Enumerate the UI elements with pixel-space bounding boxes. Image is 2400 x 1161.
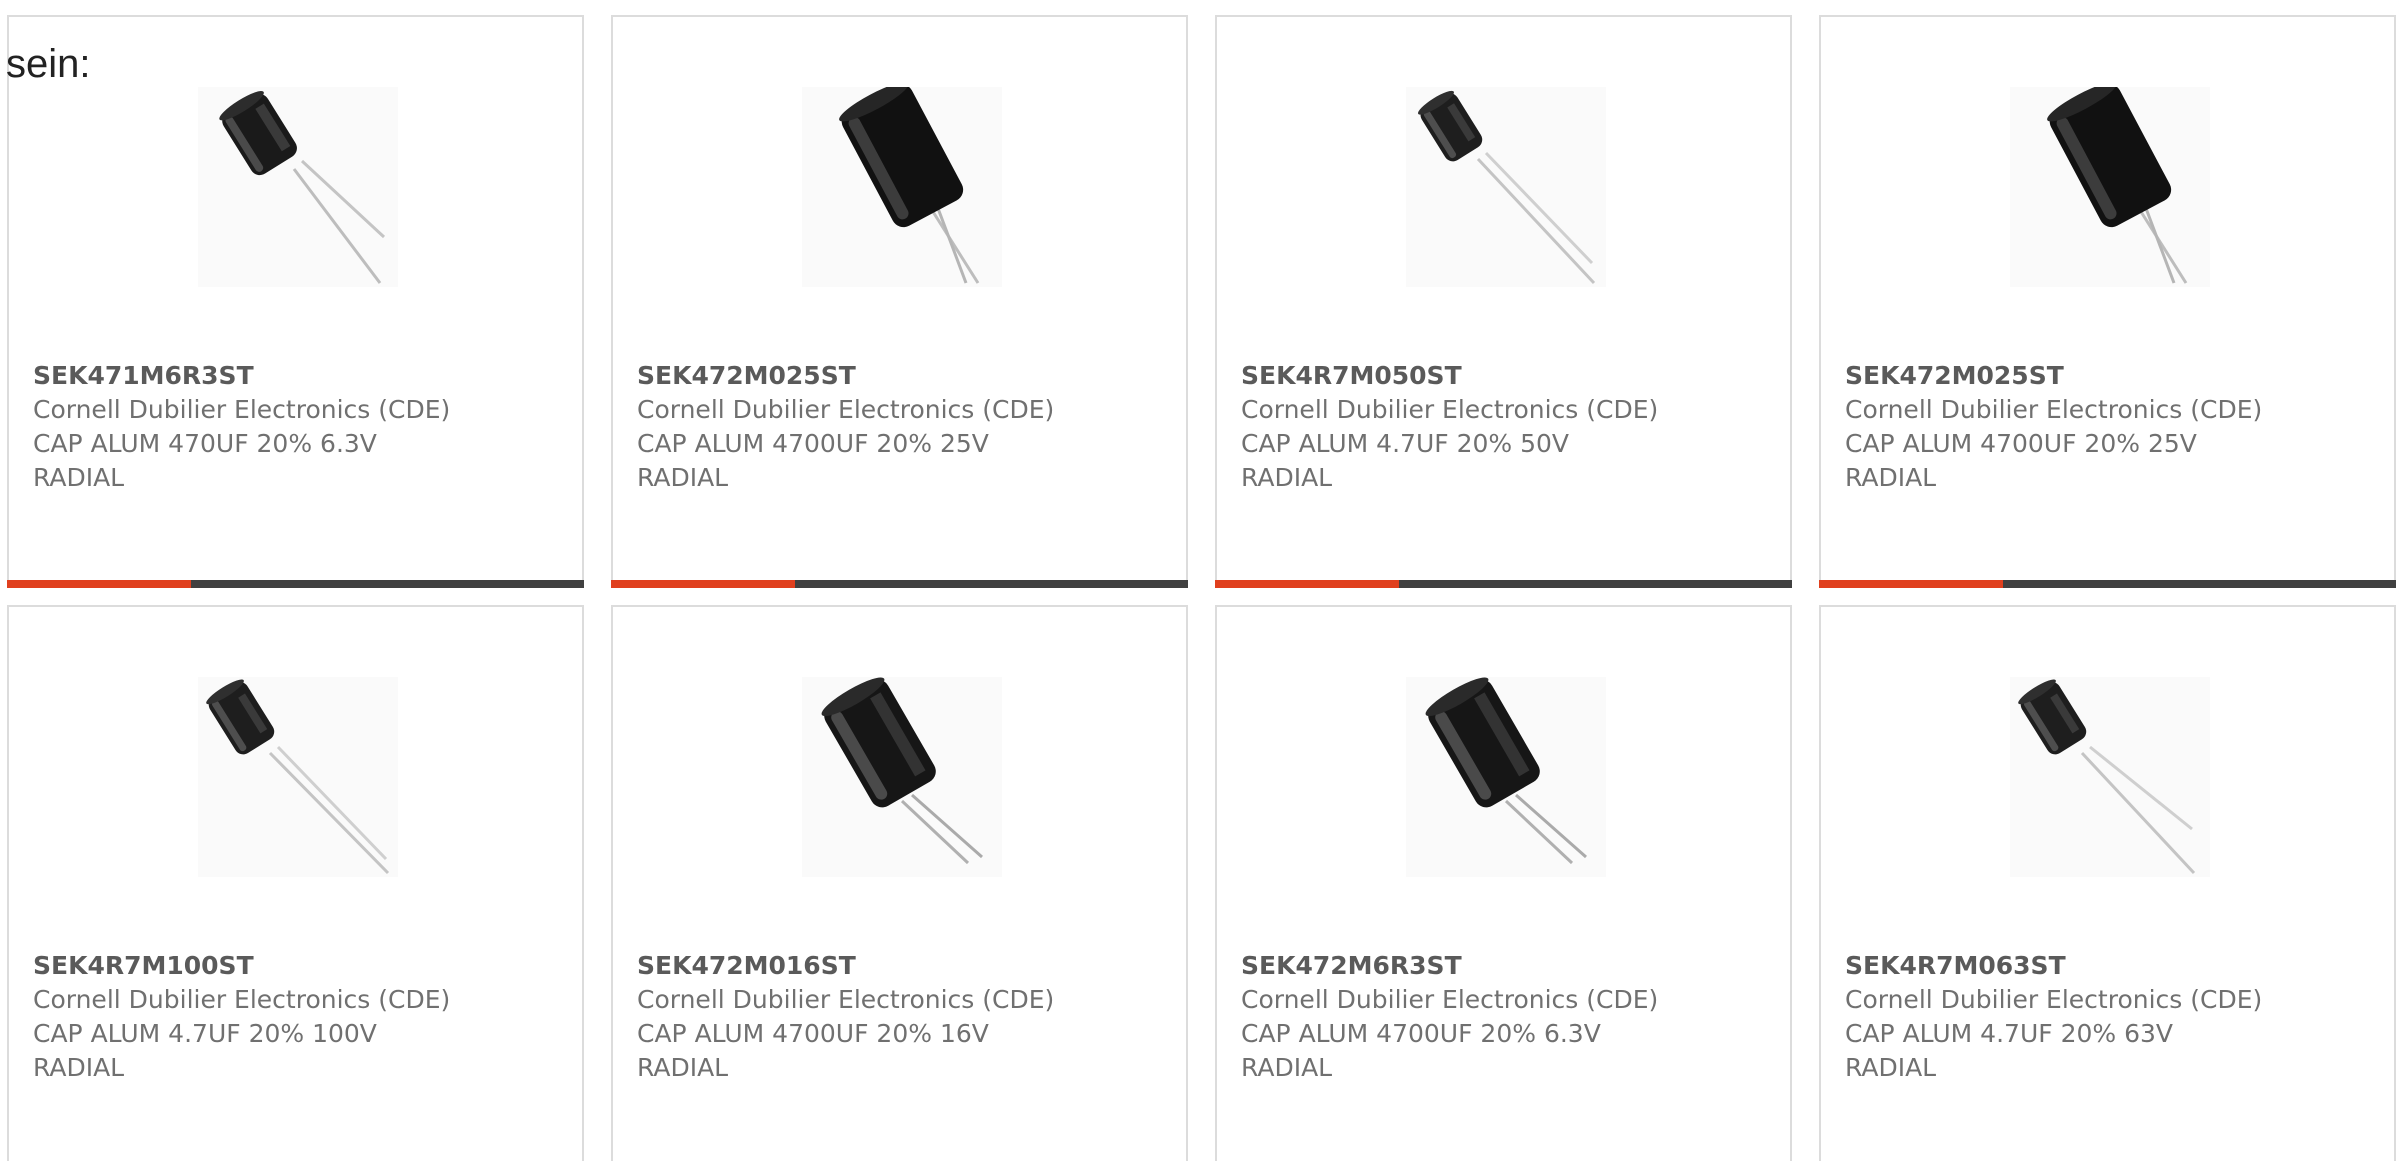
package: RADIAL <box>637 1053 729 1082</box>
manufacturer: Cornell Dubilier Electronics (CDE) <box>33 985 451 1014</box>
description: CAP ALUM 4.7UF 20% 50V <box>1241 429 1569 458</box>
card-accent-bar <box>1819 580 2003 588</box>
description: CAP ALUM 4700UF 20% 25V <box>637 429 989 458</box>
capacitor-medium-icon <box>802 677 1002 877</box>
card-bottom-bar <box>611 580 1188 588</box>
manufacturer: Cornell Dubilier Electronics (CDE) <box>1845 985 2263 1014</box>
capacitor-large-icon <box>802 87 1002 287</box>
description: CAP ALUM 4700UF 20% 25V <box>1845 429 2197 458</box>
package: RADIAL <box>1241 463 1333 492</box>
card-bottom-bar <box>1819 580 2396 588</box>
manufacturer: Cornell Dubilier Electronics (CDE) <box>637 985 1055 1014</box>
product-info: SEK4R7M100ST Cornell Dubilier Electronic… <box>33 949 562 1085</box>
manufacturer: Cornell Dubilier Electronics (CDE) <box>1241 395 1659 424</box>
part-number: SEK4R7M100ST <box>33 951 254 980</box>
manufacturer: Cornell Dubilier Electronics (CDE) <box>637 395 1055 424</box>
product-card[interactable]: SEK4R7M050ST Cornell Dubilier Electronic… <box>1215 15 1792 588</box>
product-card[interactable]: SEK472M6R3ST Cornell Dubilier Electronic… <box>1215 605 1792 1161</box>
capacitor-large-icon <box>2010 87 2210 287</box>
part-number: SEK472M016ST <box>637 951 856 980</box>
product-info: SEK472M6R3ST Cornell Dubilier Electronic… <box>1241 949 1770 1085</box>
product-card[interactable]: SEK4R7M100ST Cornell Dubilier Electronic… <box>7 605 584 1161</box>
capacitor-small-icon <box>1406 87 1606 287</box>
product-card[interactable]: SEK472M025ST Cornell Dubilier Electronic… <box>1819 15 2396 588</box>
package: RADIAL <box>1845 1053 1937 1082</box>
part-number: SEK4R7M050ST <box>1241 361 1462 390</box>
description: CAP ALUM 470UF 20% 6.3V <box>33 429 377 458</box>
product-card[interactable]: SEK472M016ST Cornell Dubilier Electronic… <box>611 605 1188 1161</box>
capacitor-small-icon <box>198 677 398 877</box>
manufacturer: Cornell Dubilier Electronics (CDE) <box>1241 985 1659 1014</box>
package: RADIAL <box>33 1053 125 1082</box>
product-card[interactable]: SEK471M6R3ST Cornell Dubilier Electronic… <box>7 15 584 588</box>
part-number: SEK472M025ST <box>637 361 856 390</box>
package: RADIAL <box>637 463 729 492</box>
description: CAP ALUM 4.7UF 20% 100V <box>33 1019 377 1048</box>
product-info: SEK4R7M050ST Cornell Dubilier Electronic… <box>1241 359 1770 495</box>
card-accent-bar <box>611 580 795 588</box>
part-number: SEK472M6R3ST <box>1241 951 1462 980</box>
manufacturer: Cornell Dubilier Electronics (CDE) <box>1845 395 2263 424</box>
package: RADIAL <box>1241 1053 1333 1082</box>
product-card[interactable]: SEK472M025ST Cornell Dubilier Electronic… <box>611 15 1188 588</box>
product-info: SEK472M025ST Cornell Dubilier Electronic… <box>637 359 1166 495</box>
page: sein: SEK471M6R3ST Cornell Dubilier Elec… <box>0 0 2400 1161</box>
description: CAP ALUM 4700UF 20% 6.3V <box>1241 1019 1601 1048</box>
part-number: SEK4R7M063ST <box>1845 951 2066 980</box>
product-info: SEK4R7M063ST Cornell Dubilier Electronic… <box>1845 949 2374 1085</box>
card-accent-bar <box>7 580 191 588</box>
part-number: SEK472M025ST <box>1845 361 2064 390</box>
product-card[interactable]: SEK4R7M063ST Cornell Dubilier Electronic… <box>1819 605 2396 1161</box>
capacitor-small-icon <box>198 87 398 287</box>
capacitor-small-icon <box>2010 677 2210 877</box>
product-info: SEK472M025ST Cornell Dubilier Electronic… <box>1845 359 2374 495</box>
card-bottom-bar <box>7 580 584 588</box>
card-accent-bar <box>1215 580 1399 588</box>
product-info: SEK472M016ST Cornell Dubilier Electronic… <box>637 949 1166 1085</box>
description: CAP ALUM 4700UF 20% 16V <box>637 1019 989 1048</box>
description: CAP ALUM 4.7UF 20% 63V <box>1845 1019 2173 1048</box>
intro-text: sein: <box>6 42 91 86</box>
package: RADIAL <box>1845 463 1937 492</box>
manufacturer: Cornell Dubilier Electronics (CDE) <box>33 395 451 424</box>
card-bottom-bar <box>1215 580 1792 588</box>
part-number: SEK471M6R3ST <box>33 361 254 390</box>
product-info: SEK471M6R3ST Cornell Dubilier Electronic… <box>33 359 562 495</box>
package: RADIAL <box>33 463 125 492</box>
capacitor-medium-icon <box>1406 677 1606 877</box>
